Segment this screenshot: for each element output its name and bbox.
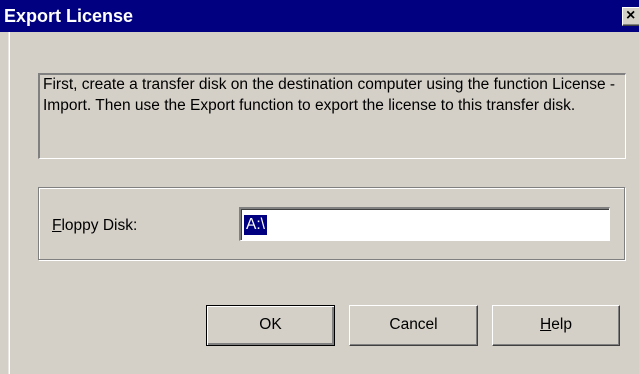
help-mnemonic: H	[540, 316, 552, 333]
floppy-disk-label: Floppy Disk:	[52, 216, 137, 236]
title-bar[interactable]: Export License ×	[0, 0, 639, 32]
instruction-text: First, create a transfer disk on the des…	[38, 73, 626, 159]
floppy-label-text: loppy Disk:	[61, 217, 138, 234]
cancel-button[interactable]: Cancel	[349, 305, 478, 346]
dialog-border-highlight	[9, 32, 10, 374]
help-button[interactable]: Help	[492, 305, 620, 346]
floppy-disk-value: A:\	[244, 215, 267, 235]
close-icon: ×	[626, 7, 636, 24]
close-button[interactable]: ×	[622, 7, 639, 26]
ok-button[interactable]: OK	[206, 305, 335, 346]
dialog-title: Export License	[4, 6, 134, 26]
floppy-disk-input[interactable]: A:\	[239, 207, 610, 241]
export-license-dialog: Export License × First, create a transfe…	[0, 0, 639, 374]
help-label: elp	[551, 316, 572, 333]
